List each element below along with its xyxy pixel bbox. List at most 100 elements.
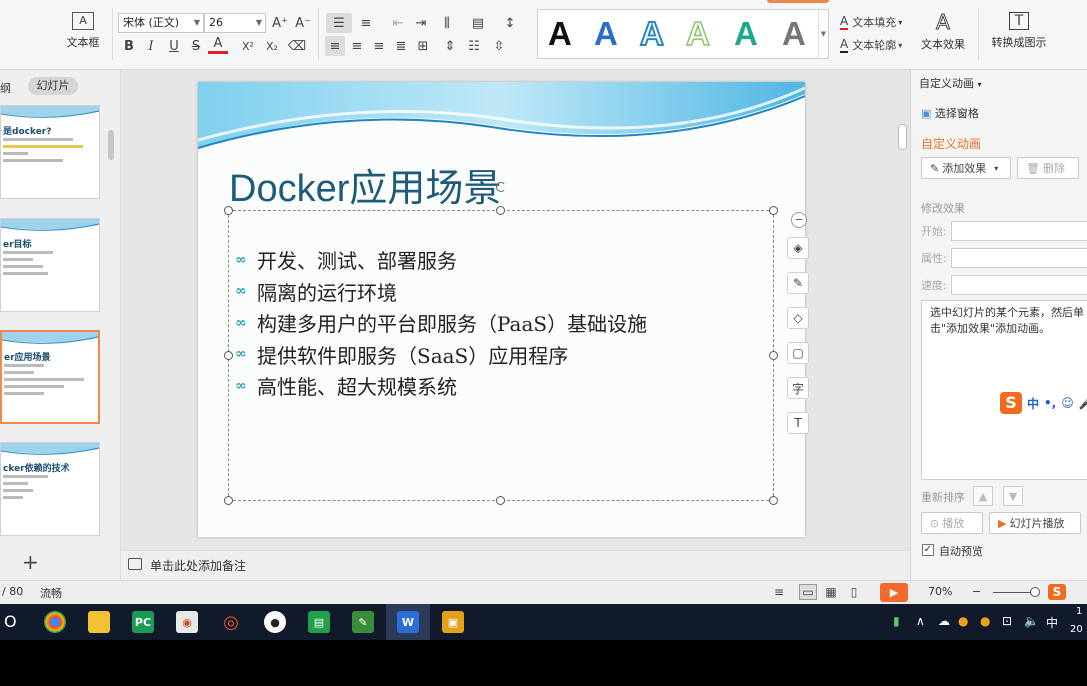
add-effect-button[interactable]: ✎ 添加效果 ▾: [921, 157, 1011, 179]
font-name-select[interactable]: 宋体 (正文) ▼: [118, 13, 204, 33]
chrome-icon[interactable]: [44, 611, 66, 633]
columns-button[interactable]: ⇳: [489, 36, 509, 56]
property-select[interactable]: [951, 248, 1087, 268]
normal-view-icon[interactable]: ▭: [799, 584, 817, 600]
bullet-item[interactable]: ∞ 隔离的运行环境: [235, 276, 647, 308]
fill-button[interactable]: ◇: [787, 307, 809, 329]
clock-time[interactable]: 1: [1076, 606, 1082, 617]
text-convert-button[interactable]: T: [787, 412, 809, 434]
app-swirl-icon[interactable]: ◎: [220, 611, 242, 633]
wordart-style-gray[interactable]: A: [782, 14, 806, 54]
play-button[interactable]: ⊙ 播放: [921, 512, 983, 534]
slideshow-button[interactable]: ▶ 幻灯片播放: [989, 512, 1081, 534]
text-direction-button[interactable]: ⫼: [437, 13, 457, 33]
underline-button[interactable]: U: [164, 36, 184, 56]
convert-smartart-button[interactable]: T 转换成图示: [986, 12, 1052, 50]
pen-button[interactable]: ✎: [787, 272, 809, 294]
bullet-item[interactable]: ∞ 提供软件即服务（SaaS）应用程序: [235, 339, 647, 371]
resize-handle[interactable]: [224, 496, 233, 505]
collapse-toolbar-icon[interactable]: −: [791, 212, 807, 228]
file-explorer-icon[interactable]: [88, 611, 110, 633]
cloud-icon[interactable]: ☁: [938, 614, 950, 628]
wordart-style-green-outline[interactable]: A: [685, 14, 710, 54]
wordart-style-blue[interactable]: A: [594, 14, 618, 54]
align-left-button[interactable]: ≡: [325, 36, 345, 56]
slide-title[interactable]: Docker应用场景: [229, 157, 501, 212]
resize-handle[interactable]: [496, 496, 505, 505]
chevron-up-icon[interactable]: ∧: [916, 614, 925, 628]
text-effect-button[interactable]: A 文本效果: [915, 12, 971, 52]
start-slideshow-button[interactable]: ▶: [880, 583, 908, 602]
shrink-font-button[interactable]: A⁻: [293, 13, 313, 33]
tab-outline[interactable]: 大纲: [0, 80, 11, 96]
superscript-button[interactable]: X²: [238, 36, 258, 56]
move-down-button[interactable]: ▼: [1003, 486, 1023, 506]
line-spacing-button[interactable]: ↕: [500, 13, 520, 33]
slide-thumbnail-selected[interactable]: er应用场景: [0, 330, 100, 424]
align-center-button[interactable]: ≡: [347, 36, 367, 56]
clear-format-button[interactable]: ⌫: [287, 36, 307, 56]
panel-header[interactable]: 自定义动画 ▾: [919, 75, 982, 91]
justify-button[interactable]: ≣: [391, 36, 411, 56]
bullet-item[interactable]: ∞ 开发、测试、部署服务: [235, 244, 647, 276]
resize-handle[interactable]: [769, 496, 778, 505]
layers-button[interactable]: ◈: [787, 237, 809, 259]
font-size-select[interactable]: 26 ▼: [204, 13, 266, 33]
align-text-button[interactable]: ▤: [468, 13, 488, 33]
tab-slides[interactable]: 幻灯片: [28, 77, 78, 95]
resize-handle[interactable]: [769, 206, 778, 215]
resize-handle[interactable]: [769, 351, 778, 360]
qq-icon[interactable]: ●: [264, 611, 286, 633]
strikethrough-button[interactable]: S: [186, 36, 206, 56]
pycharm-icon[interactable]: PC: [132, 611, 154, 633]
text-outline-button[interactable]: A 文本轮廓 ▾: [840, 35, 902, 55]
wordart-style-teal[interactable]: A: [734, 14, 758, 54]
sogou-tray-icon[interactable]: S: [1048, 584, 1066, 600]
input-language[interactable]: 中: [1046, 614, 1058, 631]
resize-handle[interactable]: [224, 351, 233, 360]
zoom-slider-knob[interactable]: [1030, 587, 1040, 597]
resize-handle[interactable]: [496, 206, 505, 215]
slide[interactable]: Docker应用场景 ∞ 开发、测试、部署服务 ∞ 隔离的运行环境 ∞ 构建多用户的平…: [198, 82, 805, 537]
spreadsheet-icon[interactable]: ▤: [308, 611, 330, 633]
notes-toggle-icon[interactable]: ≡: [770, 584, 788, 600]
screen-recorder-icon[interactable]: ◉: [176, 611, 198, 633]
bullet-item[interactable]: ∞ 构建多用户的平台即服务（PaaS）基础设施: [235, 307, 647, 339]
speed-select[interactable]: [951, 275, 1087, 295]
wordart-style-black[interactable]: A: [548, 14, 572, 54]
increase-indent-button[interactable]: ⇥: [411, 13, 431, 33]
volume-icon[interactable]: 🔈: [1024, 614, 1039, 628]
clock-date[interactable]: 20: [1070, 624, 1083, 635]
grow-font-button[interactable]: A⁺: [270, 13, 290, 33]
numbered-list-button[interactable]: ≡: [356, 13, 376, 33]
auto-preview-checkbox[interactable]: ✓: [922, 544, 934, 556]
canvas-scrollbar[interactable]: [898, 124, 907, 150]
italic-button[interactable]: I: [141, 36, 161, 56]
add-slide-button[interactable]: +: [22, 550, 39, 574]
wordart-style-blue-outline[interactable]: A: [639, 14, 665, 54]
zoom-level[interactable]: 70%: [928, 585, 952, 598]
search-icon[interactable]: O: [4, 612, 17, 631]
column-spacing-button[interactable]: ⇕: [440, 36, 460, 56]
animation-list[interactable]: 选中幻灯片的某个元素，然后单击"添加效果"添加动画。 S 中 •, ☺ 🎤: [921, 300, 1087, 480]
font-color-button[interactable]: A: [208, 36, 228, 54]
notepad-icon[interactable]: ✎: [352, 611, 374, 633]
subscript-button[interactable]: X₂: [262, 36, 282, 56]
zoom-out-button[interactable]: −: [972, 585, 981, 598]
thumbnail-scrollbar[interactable]: [108, 130, 114, 160]
start-select[interactable]: [951, 221, 1087, 241]
select-pane-button[interactable]: ▣ 选择窗格: [921, 105, 979, 121]
tray-app-icon[interactable]: ●: [958, 614, 968, 628]
move-up-button[interactable]: ▲: [973, 486, 993, 506]
wps-icon[interactable]: W: [397, 611, 419, 633]
bullet-item[interactable]: ∞ 高性能、超大规模系统: [235, 370, 647, 402]
slide-thumbnail[interactable]: er目标: [0, 218, 100, 312]
battery-icon[interactable]: ▮: [893, 614, 900, 628]
decrease-indent-button[interactable]: ⇤: [388, 13, 408, 33]
resize-handle[interactable]: [224, 206, 233, 215]
theme-name[interactable]: 流畅: [40, 585, 62, 601]
network-icon[interactable]: ⊡: [1002, 614, 1012, 628]
bold-button[interactable]: B: [119, 36, 139, 56]
paragraph-spacing-button[interactable]: ☷: [464, 36, 484, 56]
bullet-list-button[interactable]: ☰: [326, 13, 352, 33]
